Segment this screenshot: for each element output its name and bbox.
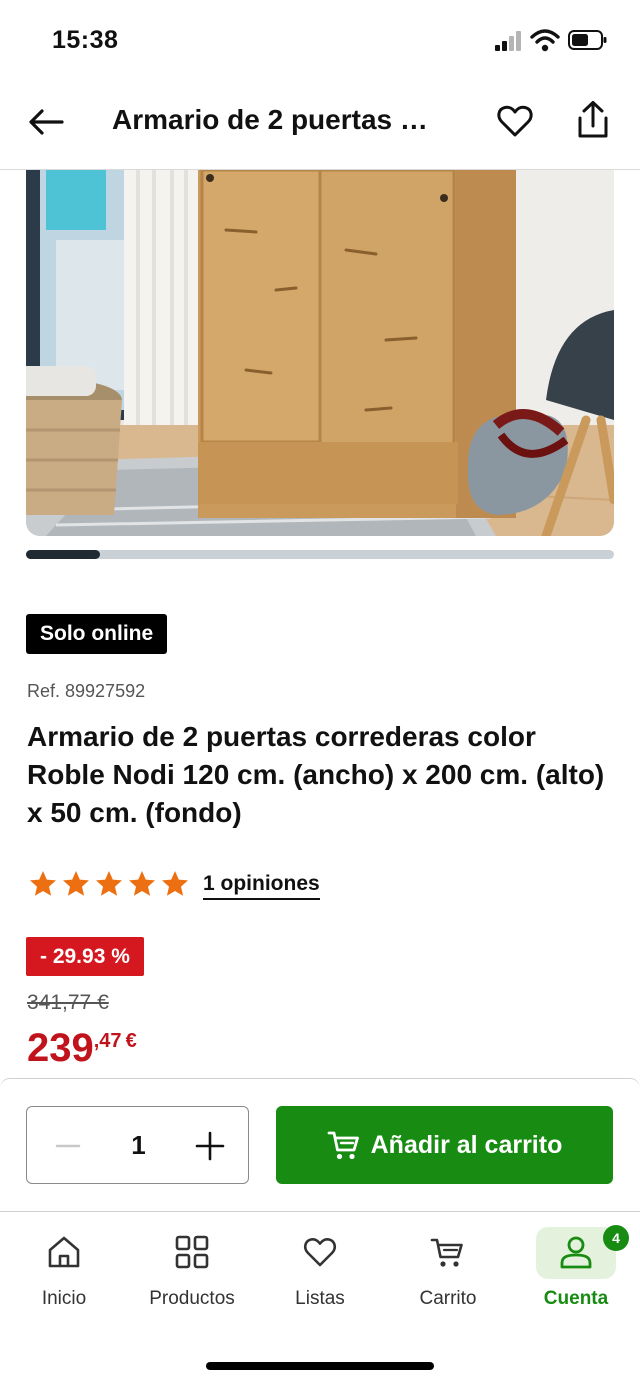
price-decimals: ,47 — [93, 1030, 122, 1052]
app-header: Armario de 2 puertas correderas color Ro… — [0, 80, 640, 170]
product-image[interactable] — [26, 170, 614, 536]
nav-label-carrito: Carrito — [419, 1288, 477, 1309]
account-notification-badge: 4 — [603, 1225, 629, 1251]
old-price: 341,77 € — [27, 991, 109, 1014]
product-photo-wardrobe — [26, 170, 614, 536]
star-icon — [129, 871, 155, 896]
image-carousel-progress — [26, 550, 614, 559]
back-arrow-icon[interactable] — [26, 102, 66, 142]
nav-label-listas: Listas — [295, 1288, 345, 1309]
nav-item-cuenta[interactable]: 4 Cuenta — [512, 1212, 640, 1322]
decrease-quantity-icon[interactable] — [53, 1131, 83, 1161]
nav-label-productos: Productos — [149, 1288, 235, 1309]
cart-icon — [327, 1131, 359, 1160]
product-title: Armario de 2 puertas correderas color Ro… — [27, 721, 605, 828]
nav-item-listas[interactable]: Listas — [256, 1212, 384, 1322]
status-bar: 15:38 — [0, 0, 640, 80]
price-currency: € — [125, 1030, 137, 1052]
home-indicator — [206, 1362, 434, 1370]
product-reference: Ref. 89927592 — [27, 681, 146, 701]
quantity-stepper: 1 — [26, 1106, 249, 1184]
nav-item-productos[interactable]: Productos — [128, 1212, 256, 1322]
price-integer: 239 — [27, 1026, 94, 1070]
rating-stars[interactable] — [28, 869, 190, 899]
cellular-signal-icon — [495, 31, 521, 51]
nav-item-carrito[interactable]: Carrito — [384, 1212, 512, 1322]
user-icon — [560, 1236, 592, 1269]
purchase-bar: 1 Añadir al carrito — [0, 1078, 640, 1212]
nav-label-cuenta: Cuenta — [543, 1288, 609, 1309]
increase-quantity-icon[interactable] — [193, 1129, 227, 1163]
page-title: Armario de 2 puertas correderas color Ro… — [112, 104, 442, 135]
star-icon — [30, 871, 56, 896]
share-icon[interactable] — [574, 100, 612, 140]
carousel-progress-thumb — [26, 550, 100, 559]
discount-badge: - 29.93 % — [26, 937, 144, 976]
add-to-cart-button[interactable]: Añadir al carrito — [276, 1106, 613, 1184]
bottom-navigation: Inicio Productos Listas Carrito 4 Cuenta — [0, 1211, 640, 1384]
add-to-cart-label: Añadir al carrito — [370, 1130, 563, 1159]
nav-label-inicio: Inicio — [41, 1288, 87, 1309]
online-only-badge: Solo online — [26, 614, 168, 654]
star-icon — [63, 871, 89, 896]
wifi-icon — [530, 29, 560, 52]
heart-icon — [303, 1238, 337, 1267]
favorite-heart-icon[interactable] — [496, 102, 534, 140]
battery-icon — [568, 30, 607, 50]
home-icon — [48, 1236, 80, 1268]
star-icon — [96, 871, 122, 896]
star-icon — [162, 871, 188, 896]
grid-icon — [175, 1235, 209, 1269]
status-time: 15:38 — [52, 26, 119, 54]
cart-icon — [430, 1238, 463, 1267]
current-price: 239,47 € — [27, 1026, 137, 1071]
nav-item-inicio[interactable]: Inicio — [0, 1212, 128, 1322]
opinions-link[interactable]: 1 opiniones — [203, 872, 320, 900]
